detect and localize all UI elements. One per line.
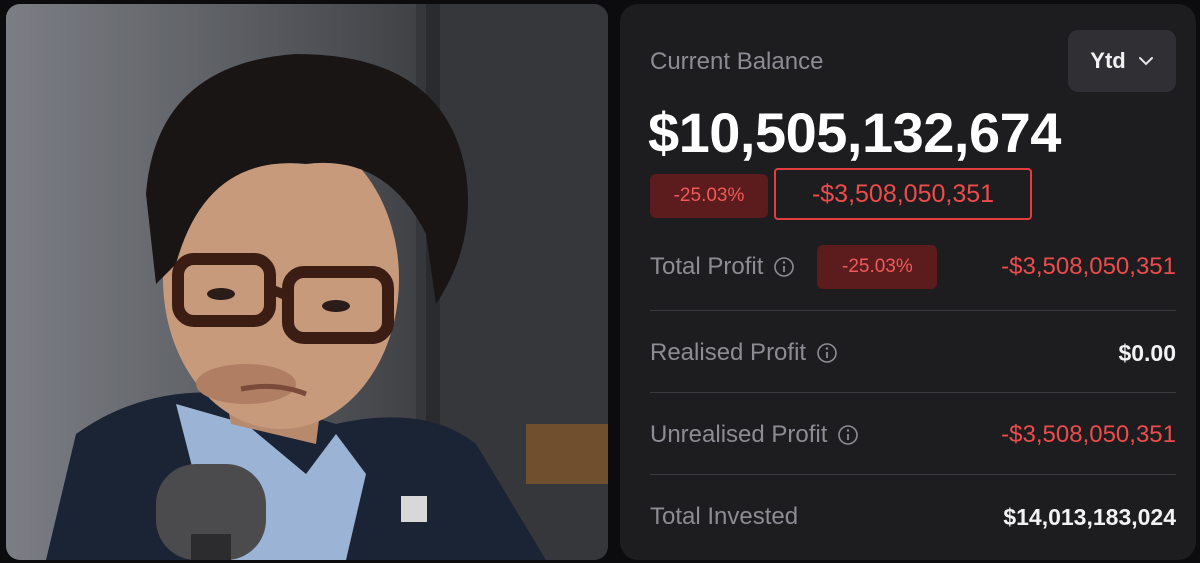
total-invested-value: $14,013,183,024 — [1003, 503, 1176, 530]
change-percent-badge: -25.03% — [650, 174, 768, 218]
unrealised-profit-value: -$3,508,050,351 — [1001, 421, 1176, 448]
unrealised-profit-label: Unrealised Profit — [650, 421, 828, 448]
realised-profit-row: Realised Profit $0.00 — [650, 328, 1176, 378]
total-invested-row: Total Invested $14,013,183,024 — [650, 492, 1176, 542]
realised-profit-value: $0.00 — [1118, 339, 1176, 366]
period-selector[interactable]: Ytd — [1068, 30, 1176, 92]
period-selected-label: Ytd — [1090, 48, 1126, 73]
total-invested-label: Total Invested — [650, 503, 799, 530]
chevron-down-icon — [1138, 56, 1154, 66]
info-icon[interactable] — [837, 424, 859, 446]
current-balance-label: Current Balance — [650, 48, 824, 75]
unrealised-profit-row: Unrealised Profit -$3,508,050,351 — [650, 410, 1176, 460]
change-amount: -$3,508,050,351 — [774, 168, 1032, 220]
divider — [650, 474, 1176, 475]
total-profit-label: Total Profit — [650, 253, 764, 280]
current-balance-value: $10,505,132,674 — [648, 101, 1061, 164]
photo-illustration — [46, 4, 608, 560]
total-profit-percent-badge: -25.03% — [817, 245, 938, 289]
info-icon[interactable] — [816, 342, 838, 364]
divider — [650, 310, 1176, 311]
balance-card: Current Balance Ytd $10,505,132,674 -25.… — [620, 4, 1196, 560]
realised-profit-label: Realised Profit — [650, 339, 807, 366]
total-profit-row: Total Profit -25.03% -$3,508,050,351 — [650, 242, 1176, 292]
info-icon[interactable] — [773, 256, 795, 278]
person-photo — [6, 4, 608, 560]
divider — [650, 392, 1176, 393]
total-profit-value: -$3,508,050,351 — [1001, 253, 1176, 280]
